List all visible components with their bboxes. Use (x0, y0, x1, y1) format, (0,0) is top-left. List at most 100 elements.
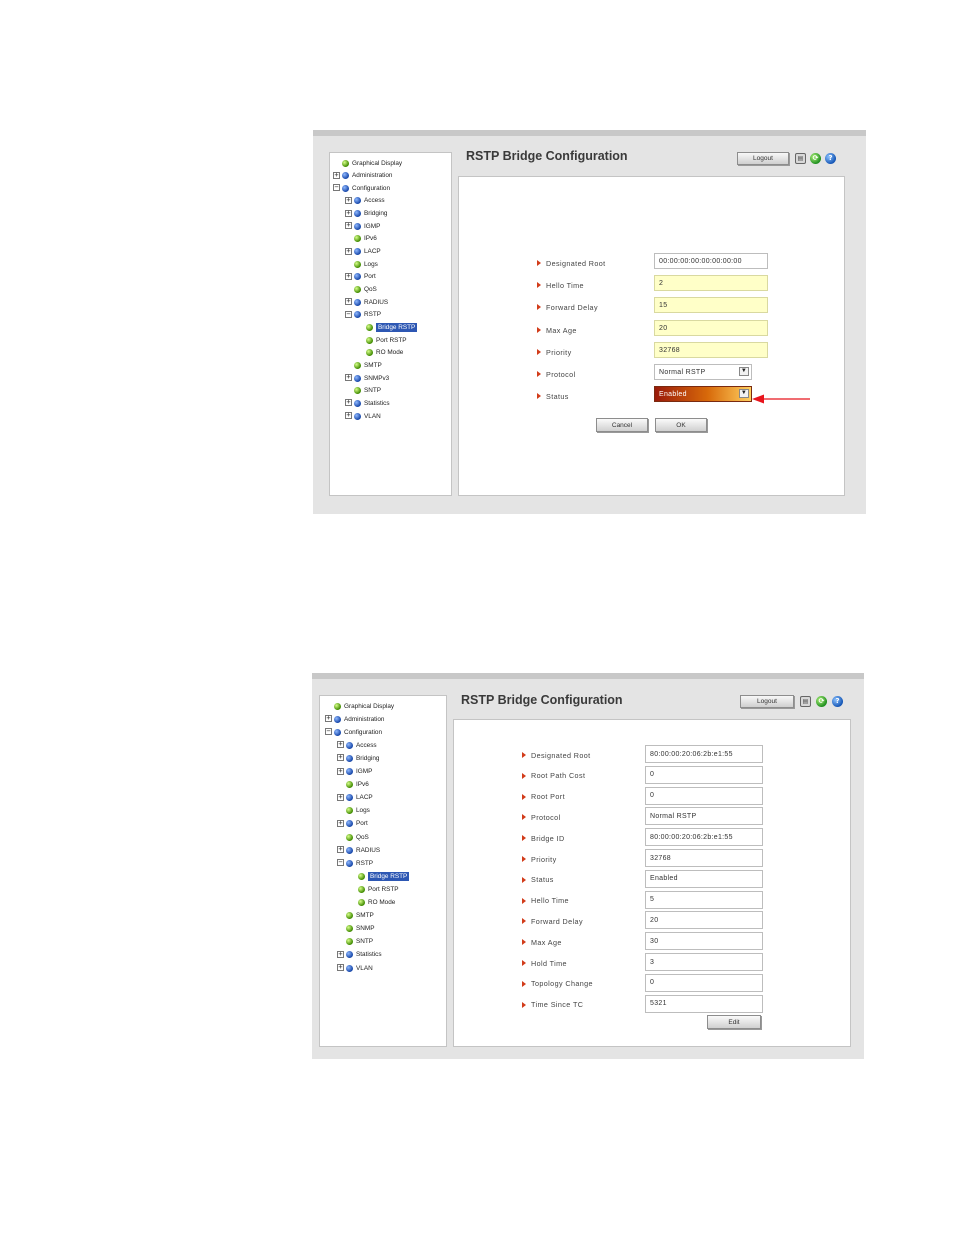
status-dropdown[interactable]: Enabled ▼ (654, 386, 752, 402)
nav-item-lacp[interactable]: LACP (346, 792, 373, 804)
nav-item-configuration[interactable]: Configuration (334, 726, 382, 738)
nav-item-bridging[interactable]: Bridging (354, 208, 387, 220)
nav-item-access[interactable]: Access (346, 739, 377, 751)
nav-item-igmp[interactable]: IGMP (354, 220, 380, 232)
save-icon[interactable]: ▤ (795, 153, 806, 164)
hello-time-input[interactable]: 2 (654, 275, 768, 291)
nav-item-administration[interactable]: Administration (342, 170, 393, 182)
bridge-id-value: 80:00:00:20:06:2b:e1:55 (645, 828, 763, 847)
nav-item-bridge-rstp[interactable]: Bridge RSTP (366, 321, 418, 333)
edit-button[interactable]: Edit (707, 1015, 761, 1029)
page-node-icon (358, 872, 365, 880)
nav-item-radius[interactable]: RADIUS (346, 844, 380, 856)
expander-lacp-icon[interactable]: + (345, 247, 352, 255)
nav-item-logs[interactable]: Logs (346, 805, 370, 817)
page-node-icon (354, 260, 361, 268)
nav-item-radius[interactable]: RADIUS (354, 296, 388, 308)
hello-time-value: 5 (645, 890, 763, 909)
nav-item-port[interactable]: Port (354, 271, 376, 283)
expander-igmp-icon[interactable]: + (345, 222, 352, 230)
nav-item-ro-mode[interactable]: RO Mode (366, 347, 403, 359)
ok-button[interactable]: OK (655, 418, 707, 432)
nav-item-label: VLAN (364, 412, 381, 420)
refresh-icon[interactable]: ⟳ (810, 153, 821, 164)
expander-configuration-icon[interactable]: − (325, 728, 332, 736)
nav-item-statistics[interactable]: Statistics (354, 397, 390, 409)
nav-item-snmp[interactable]: SNMP (346, 923, 374, 935)
chevron-down-icon[interactable]: ▼ (739, 389, 749, 398)
logout-button[interactable]: Logout (737, 152, 789, 165)
max-age-input[interactable]: 20 (654, 320, 768, 336)
expander-lacp-icon[interactable]: + (337, 793, 344, 801)
expander-vlan-icon[interactable]: + (345, 412, 352, 419)
nav-item-logs[interactable]: Logs (354, 258, 378, 270)
nav-item-lacp[interactable]: LACP (354, 246, 381, 258)
refresh-icon[interactable]: ⟳ (816, 696, 827, 707)
nav-item-bridging[interactable]: Bridging (346, 752, 379, 764)
nav-item-configuration[interactable]: Configuration (342, 182, 390, 194)
cancel-button[interactable]: Cancel (596, 418, 648, 432)
nav-item-igmp[interactable]: IGMP (346, 766, 372, 778)
expander-configuration-icon[interactable]: − (333, 184, 340, 192)
nav-item-graphical-display[interactable]: Graphical Display (334, 700, 394, 712)
priority-input[interactable]: 32768 (654, 342, 768, 358)
nav-item-administration[interactable]: Administration (334, 713, 385, 725)
expander-radius-icon[interactable]: + (345, 298, 352, 306)
nav-item-label: IPv6 (356, 781, 369, 789)
nav-item-smtp[interactable]: SMTP (354, 359, 382, 371)
nav-item-statistics[interactable]: Statistics (346, 949, 382, 961)
nav-item-label: SNMPv3 (364, 374, 390, 382)
bullet-icon (522, 1001, 526, 1008)
nav-item-port-rstp[interactable]: Port RSTP (358, 883, 399, 895)
nav-item-vlan[interactable]: VLAN (346, 962, 373, 974)
nav-item-label: Port RSTP (376, 336, 407, 344)
nav-item-label: Access (364, 197, 385, 205)
folder-node-icon (354, 222, 361, 230)
expander-statistics-icon[interactable]: + (337, 950, 344, 958)
expander-administration-icon[interactable]: + (333, 171, 340, 179)
expander-port-icon[interactable]: + (337, 819, 344, 827)
expander-bridging-icon[interactable]: + (345, 209, 352, 217)
forward-delay-input[interactable]: 15 (654, 297, 768, 313)
bullet-icon (522, 835, 526, 842)
expander-vlan-icon[interactable]: + (337, 964, 344, 971)
nav-item-ro-mode[interactable]: RO Mode (358, 897, 395, 909)
expander-igmp-icon[interactable]: + (337, 767, 344, 775)
nav-item-rstp[interactable]: RSTP (354, 309, 381, 321)
expander-administration-icon[interactable]: + (325, 715, 332, 723)
expander-radius-icon[interactable]: + (337, 846, 344, 854)
save-icon[interactable]: ▤ (800, 696, 811, 707)
nav-item-ipv6[interactable]: IPv6 (346, 779, 369, 791)
expander-rstp-icon[interactable]: − (337, 859, 344, 867)
nav-item-qos[interactable]: QoS (346, 831, 369, 843)
nav-item-bridge-rstp[interactable]: Bridge RSTP (358, 870, 410, 882)
help-icon[interactable]: ? (825, 153, 836, 164)
nav-item-access[interactable]: Access (354, 195, 385, 207)
expander-snmpv3-icon[interactable]: + (345, 374, 352, 382)
expander-rstp-icon[interactable]: − (345, 310, 352, 318)
nav-item-snmpv3[interactable]: SNMPv3 (354, 372, 389, 384)
bullet-icon (537, 393, 541, 399)
expander-bridging-icon[interactable]: + (337, 754, 344, 762)
nav-item-ipv6[interactable]: IPv6 (354, 233, 377, 245)
protocol-dropdown[interactable]: Normal RSTP ▼ (654, 364, 752, 380)
folder-node-icon (346, 768, 353, 775)
expander-port-icon[interactable]: + (345, 272, 352, 280)
nav-item-port-rstp[interactable]: Port RSTP (366, 334, 407, 346)
logout-button[interactable]: Logout (740, 695, 794, 708)
help-icon[interactable]: ? (832, 696, 843, 707)
designated-root-input[interactable]: 00:00:00:00:00:00:00:00 (654, 253, 768, 269)
nav-item-vlan[interactable]: VLAN (354, 410, 381, 422)
expander-access-icon[interactable]: + (337, 741, 344, 749)
nav-item-smtp[interactable]: SMTP (346, 910, 374, 922)
expander-statistics-icon[interactable]: + (345, 399, 352, 407)
chevron-down-icon[interactable]: ▼ (739, 367, 749, 376)
nav-item-graphical-display[interactable]: Graphical Display (342, 157, 402, 169)
nav-item-qos[interactable]: QoS (354, 284, 377, 296)
expander-access-icon[interactable]: + (345, 196, 352, 204)
nav-item-port[interactable]: Port (346, 818, 368, 830)
nav-item-sntp[interactable]: SNTP (346, 936, 373, 948)
nav-item-rstp[interactable]: RSTP (346, 857, 373, 869)
nav-item-sntp[interactable]: SNTP (354, 385, 381, 397)
nav-item-label: IGMP (364, 222, 381, 230)
